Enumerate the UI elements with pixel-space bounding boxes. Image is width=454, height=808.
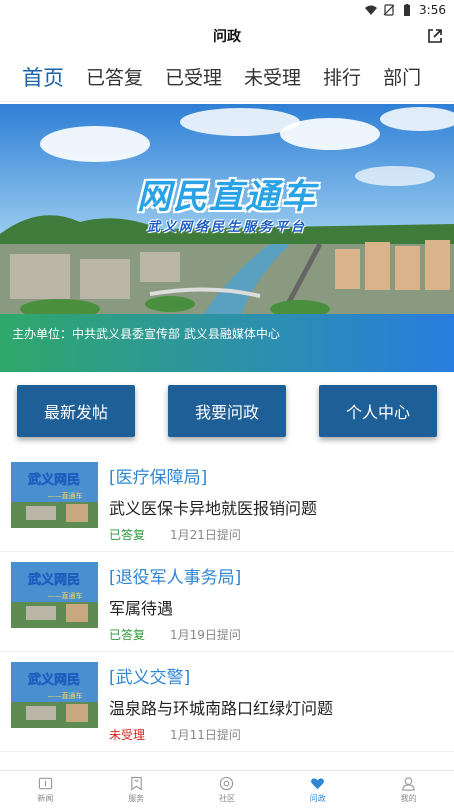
top-bar: 问政 xyxy=(0,20,454,52)
nav-service[interactable]: 服务 xyxy=(91,771,182,808)
no-sim-icon xyxy=(383,4,395,16)
status-badge: 已答复 xyxy=(109,628,146,642)
banner-sponsor: 主办单位：中共武义县委宣传部 武义县融媒体中心 xyxy=(12,327,280,341)
tab-accepted[interactable]: 已受理 xyxy=(165,63,222,90)
status-bar: 3:56 xyxy=(0,0,454,20)
action-buttons: 最新发帖 我要问政 个人中心 xyxy=(0,385,454,437)
nav-community[interactable]: 社区 xyxy=(182,771,273,808)
banner-subtitle: 武义网络民生服务平台 xyxy=(146,220,307,235)
user-icon xyxy=(402,776,415,791)
page-title: 问政 xyxy=(213,29,241,45)
tab-home[interactable]: 首页 xyxy=(22,62,64,92)
list-item[interactable]: 武义网民 ——直通车 [武义交警] 温泉路与环城南路口红绿灯问题 未受理 1月1… xyxy=(0,652,454,752)
tab-departments[interactable]: 部门 xyxy=(383,63,421,90)
post-title: 武义医保卡异地就医报销问题 xyxy=(109,499,318,518)
news-icon xyxy=(38,777,53,789)
nav-mine-label: 我的 xyxy=(400,793,417,803)
heart-icon xyxy=(311,777,325,789)
post-date: 1月11日提问 xyxy=(170,728,241,742)
post-date: 1月21日提问 xyxy=(170,528,241,542)
list-item[interactable]: 武义网民 ——直通车 [退役军人事务局] 军属待遇 已答复 1月19日提问 xyxy=(0,552,454,652)
status-badge: 已答复 xyxy=(109,528,146,542)
personal-center-button[interactable]: 个人中心 xyxy=(319,385,437,437)
post-thumbnail: 武义网民 ——直通车 xyxy=(11,462,98,528)
tab-ranking[interactable]: 排行 xyxy=(323,63,361,90)
post-thumbnail: 武义网民 ——直通车 xyxy=(11,662,98,728)
battery-icon xyxy=(404,4,411,16)
ask-gov-button[interactable]: 我要问政 xyxy=(168,385,286,437)
post-list: 武义网民 ——直通车 [医疗保障局] 武义医保卡异地就医报销问题 已答复 1月2… xyxy=(0,452,454,752)
post-date: 1月19日提问 xyxy=(170,628,241,642)
banner-title: 网民直通车 xyxy=(137,177,317,217)
post-department: [武义交警] xyxy=(109,668,191,688)
post-department: [医疗保障局] xyxy=(109,468,208,488)
tab-unaccepted[interactable]: 未受理 xyxy=(244,63,301,90)
tab-answered[interactable]: 已答复 xyxy=(86,63,143,90)
svg-text:武义网民: 武义网民 xyxy=(28,672,80,688)
status-badge: 未受理 xyxy=(109,728,146,742)
post-title: 温泉路与环城南路口红绿灯问题 xyxy=(109,699,334,718)
nav-news-label: 新闻 xyxy=(37,793,54,803)
svg-text:——直通车: ——直通车 xyxy=(48,491,83,500)
bookmark-icon xyxy=(130,776,142,791)
wifi-icon xyxy=(365,5,378,15)
status-time: 3:56 xyxy=(419,3,446,17)
post-department: [退役军人事务局] xyxy=(109,568,242,588)
list-item[interactable]: 武义网民 ——直通车 [医疗保障局] 武义医保卡异地就医报销问题 已答复 1月2… xyxy=(0,452,454,552)
category-tabs: 首页 已答复 已受理 未受理 排行 部门 xyxy=(0,52,454,102)
nav-service-label: 服务 xyxy=(128,793,145,803)
share-icon[interactable] xyxy=(426,27,444,45)
svg-text:武义网民: 武义网民 xyxy=(28,572,80,588)
latest-post-button[interactable]: 最新发帖 xyxy=(17,385,135,437)
community-icon xyxy=(220,776,234,790)
nav-wenzheng[interactable]: 问政 xyxy=(272,771,363,808)
post-title: 军属待遇 xyxy=(109,599,174,618)
bottom-nav: 新闻 服务 社区 问政 我的 xyxy=(0,770,454,808)
nav-wenzheng-label: 问政 xyxy=(309,793,326,803)
svg-text:——直通车: ——直通车 xyxy=(48,591,83,600)
nav-news[interactable]: 新闻 xyxy=(0,771,91,808)
banner[interactable]: 网民直通车 武义网络民生服务平台 主办单位：中共武义县委宣传部 武义县融媒体中心 xyxy=(0,104,454,372)
nav-mine[interactable]: 我的 xyxy=(363,771,454,808)
post-thumbnail: 武义网民 ——直通车 xyxy=(11,562,98,628)
svg-text:——直通车: ——直通车 xyxy=(48,691,83,700)
nav-community-label: 社区 xyxy=(218,793,235,803)
svg-text:武义网民: 武义网民 xyxy=(28,472,80,488)
